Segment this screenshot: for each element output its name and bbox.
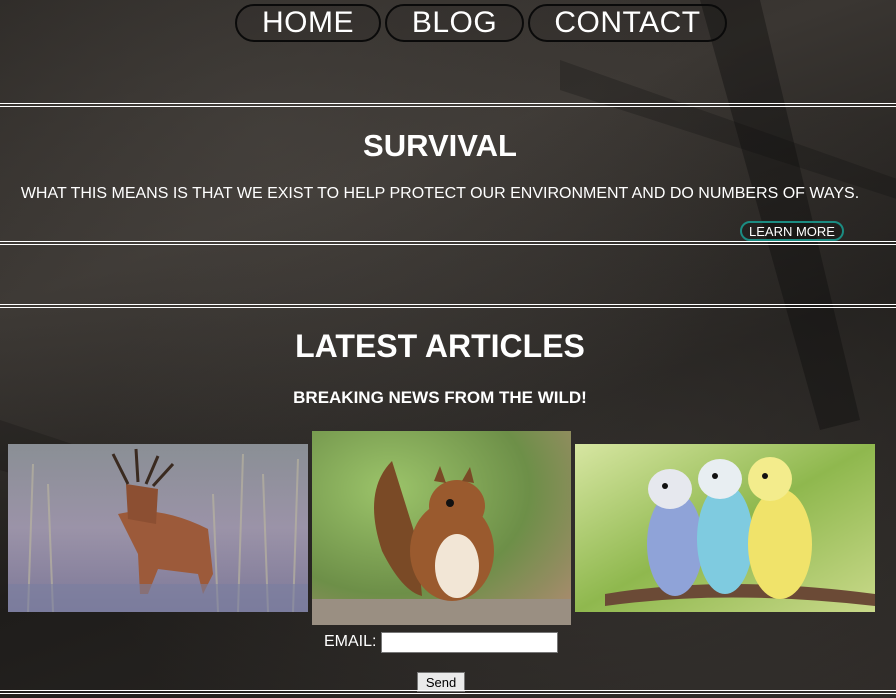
divider [0,690,896,694]
email-input[interactable] [381,632,558,653]
top-nav: HOME BLOG CONTACT [0,4,896,44]
articles-title: LATEST ARTICLES [295,328,585,364]
squirrel-photo[interactable] [312,431,571,625]
nav-contact-button[interactable]: CONTACT [528,4,727,42]
divider [0,241,896,245]
learn-more-button[interactable]: LEARN MORE [740,221,844,241]
articles-subtitle: BREAKING NEWS FROM THE WILD! [293,388,587,407]
survival-text: WHAT THIS MEANS IS THAT WE EXIST TO HELP… [20,185,860,202]
divider [0,304,896,308]
nav-home-button[interactable]: HOME [235,4,381,42]
email-label: EMAIL: [324,633,377,650]
survival-title: SURVIVAL [363,128,517,163]
nav-blog-button[interactable]: BLOG [385,4,524,42]
send-button[interactable]: Send [417,672,465,692]
parakeets-photo[interactable] [575,444,875,612]
deer-photo[interactable] [8,444,308,612]
divider [0,103,896,107]
